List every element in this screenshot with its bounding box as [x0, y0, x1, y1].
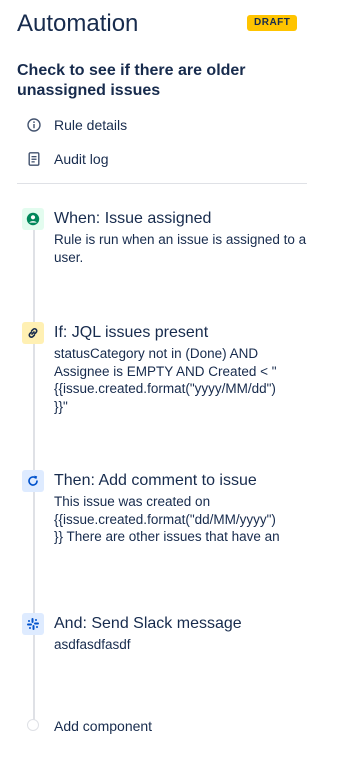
link-icon — [22, 322, 44, 344]
draft-badge: DRAFT — [247, 15, 298, 31]
trigger-icon — [22, 208, 44, 230]
divider — [17, 183, 307, 184]
step-description: statusCategory not in (Done) AND Assigne… — [54, 346, 277, 414]
step-condition[interactable]: If: JQL issues present statusCategory no… — [0, 322, 346, 414]
add-component-dot-icon — [27, 719, 39, 731]
step-description: This issue was created on {{issue.create… — [54, 494, 280, 544]
slack-icon — [22, 613, 44, 635]
step-title: Then: Add comment to issue — [54, 472, 257, 489]
step-title: When: Issue assigned — [54, 210, 212, 227]
document-icon — [27, 152, 41, 166]
audit-log-link[interactable]: Audit log — [27, 149, 108, 169]
refresh-icon — [22, 470, 44, 492]
add-component-button[interactable]: Add component — [0, 715, 346, 737]
step-description: asdfasdfasdf — [54, 637, 131, 652]
add-component-label: Add component — [54, 718, 153, 734]
step-action-slack[interactable]: And: Send Slack message asdfasdfasdf — [0, 613, 346, 663]
rule-details-link[interactable]: Rule details — [27, 115, 127, 135]
info-icon — [27, 118, 41, 132]
step-title: If: JQL issues present — [54, 324, 209, 341]
rule-name: Check to see if there are older unassign… — [17, 62, 246, 99]
step-action-add-comment[interactable]: Then: Add comment to issue This issue wa… — [0, 470, 346, 560]
step-title: And: Send Slack message — [54, 615, 242, 632]
page-title: Automation — [17, 10, 139, 37]
rule-details-label: Rule details — [54, 117, 128, 133]
audit-log-label: Audit log — [54, 151, 109, 167]
step-description: Rule is run when an issue is assigned to… — [54, 232, 307, 265]
step-trigger[interactable]: When: Issue assigned Rule is run when an… — [0, 208, 346, 268]
